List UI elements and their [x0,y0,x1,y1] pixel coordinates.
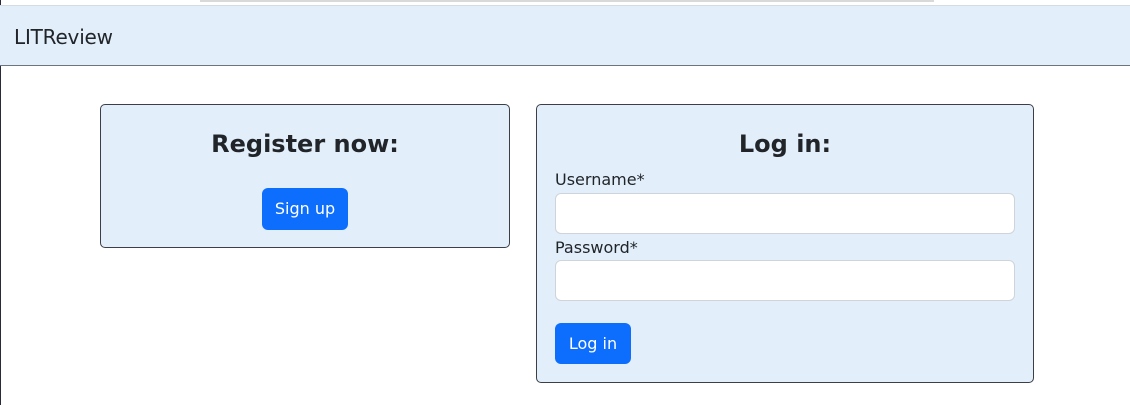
username-label: Username* [555,170,645,189]
navbar: LITReview [0,5,1130,66]
password-label: Password* [555,238,638,257]
top-scroll-strip [200,0,934,2]
username-field[interactable] [555,193,1015,234]
password-field[interactable] [555,260,1015,301]
login-card: Log in: Username* Password* Log in [536,104,1034,383]
signup-button[interactable]: Sign up [262,188,348,230]
login-button[interactable]: Log in [555,323,631,364]
register-card: Register now: Sign up [100,104,510,248]
brand-link[interactable]: LITReview [14,25,113,49]
login-title: Log in: [738,130,832,158]
register-title: Register now: [211,130,399,158]
